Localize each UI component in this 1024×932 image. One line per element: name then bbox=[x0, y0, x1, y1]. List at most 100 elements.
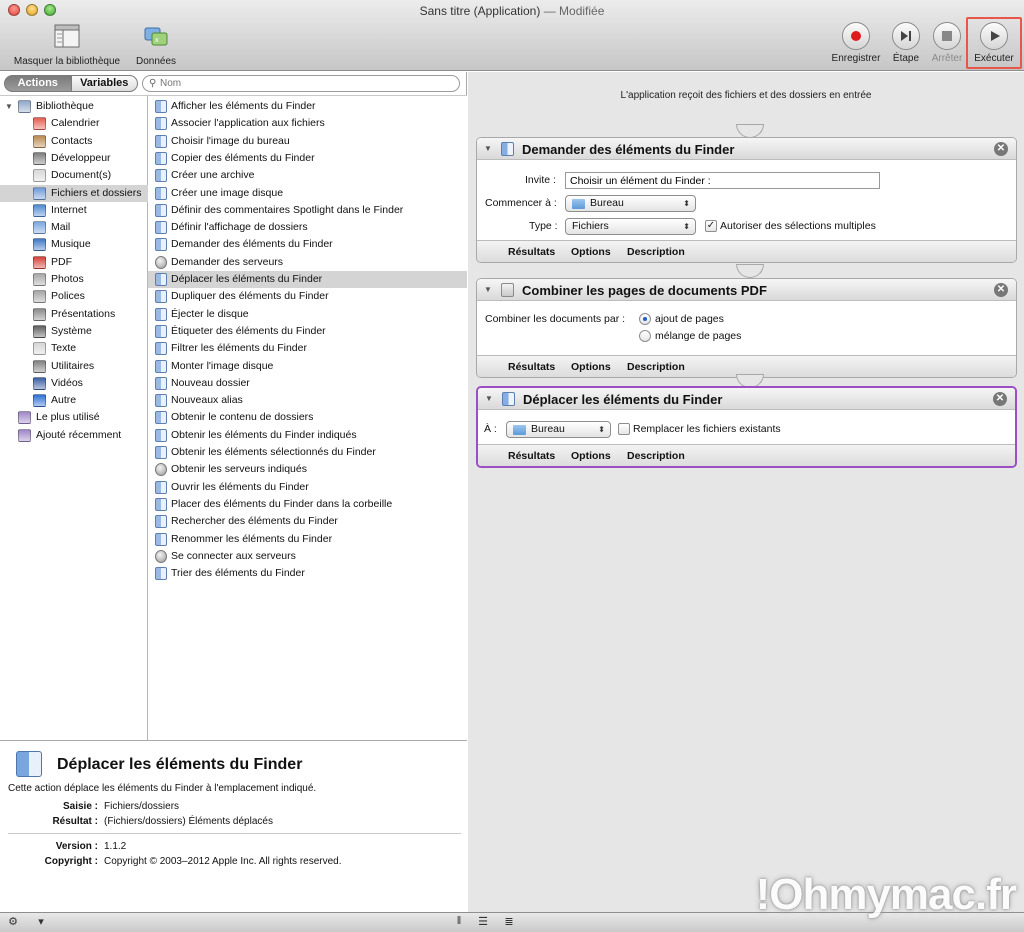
list-view-icon[interactable]: ☰ bbox=[474, 915, 492, 930]
disclosure-triangle-icon[interactable]: ▼ bbox=[5, 98, 13, 115]
close-icon[interactable]: ✕ bbox=[993, 392, 1007, 406]
split-handle-icon[interactable]: ‖ bbox=[450, 915, 468, 930]
list-item[interactable]: Nouveaux alias bbox=[148, 392, 467, 409]
list-item[interactable]: Étiqueter des éléments du Finder bbox=[148, 323, 467, 340]
list-item[interactable]: Choisir l'image du bureau bbox=[148, 133, 467, 150]
sidebar-item-music[interactable]: Musique bbox=[0, 236, 148, 253]
replace-existing-label: Remplacer les fichiers existants bbox=[633, 423, 781, 435]
action-label: Demander des serveurs bbox=[171, 255, 284, 268]
list-item[interactable]: Définir des commentaires Spotlight dans … bbox=[148, 202, 467, 219]
list-item[interactable]: Déplacer les éléments du Finder bbox=[148, 271, 467, 288]
sidebar-item-label: PDF bbox=[51, 255, 72, 268]
replace-existing-checkbox[interactable] bbox=[618, 423, 630, 435]
sidebar-item-utilities[interactable]: Utilitaires bbox=[0, 358, 148, 375]
action-card-ask-finder-items[interactable]: ▼ Demander des éléments du Finder ✕ Invi… bbox=[476, 137, 1017, 263]
finder-icon bbox=[155, 446, 167, 459]
list-item[interactable]: Créer une image disque bbox=[148, 185, 467, 202]
list-item[interactable]: Obtenir les éléments sélectionnés du Fin… bbox=[148, 444, 467, 461]
hide-library-button[interactable]: Masquer la bibliothèque bbox=[6, 22, 128, 67]
sidebar-item-calendar[interactable]: Calendrier bbox=[0, 115, 148, 132]
description-divider bbox=[8, 833, 461, 834]
sidebar-item-system[interactable]: Système bbox=[0, 323, 148, 340]
prompt-label: Invite : bbox=[525, 174, 556, 186]
options-tab[interactable]: Options bbox=[571, 246, 611, 258]
list-item[interactable]: Demander des éléments du Finder bbox=[148, 236, 467, 253]
action-label: Copier des éléments du Finder bbox=[171, 151, 315, 164]
list-item[interactable]: Définir l'affichage de dossiers bbox=[148, 219, 467, 236]
disclosure-triangle-icon[interactable]: ▼ bbox=[484, 285, 492, 294]
append-pages-radio[interactable] bbox=[639, 313, 651, 325]
list-item[interactable]: Filtrer les éléments du Finder bbox=[148, 340, 467, 357]
shuffle-pages-radio[interactable] bbox=[639, 330, 651, 342]
list-item[interactable]: Trier des éléments du Finder bbox=[148, 565, 467, 582]
sidebar-item-finder[interactable]: Fichiers et dossiers bbox=[0, 184, 148, 202]
list-item[interactable]: Associer l'application aux fichiers bbox=[148, 115, 467, 132]
list-item[interactable]: Renommer les éléments du Finder bbox=[148, 531, 467, 548]
card-footer: Résultats Options Description bbox=[478, 444, 1015, 466]
list-item[interactable]: Nouveau dossier bbox=[148, 375, 467, 392]
disclosure-triangle-icon[interactable]: ▼ bbox=[485, 394, 493, 403]
tab-variables[interactable]: Variables bbox=[71, 75, 138, 92]
step-button[interactable]: Étape bbox=[888, 22, 924, 64]
tab-actions[interactable]: Actions bbox=[4, 75, 72, 92]
sidebar-item-presentations[interactable]: Présentations bbox=[0, 306, 148, 323]
sidebar-item-mail[interactable]: Mail bbox=[0, 219, 148, 236]
list-item[interactable]: Placer des éléments du Finder dans la co… bbox=[148, 496, 467, 513]
stop-button[interactable]: Arrêter bbox=[928, 22, 966, 64]
action-card-combine-pdf-pages[interactable]: ▼ Combiner les pages de documents PDF ✕ … bbox=[476, 278, 1017, 378]
sidebar-item-smart-folder[interactable]: Le plus utilisé bbox=[0, 409, 148, 426]
list-item[interactable]: Afficher les éléments du Finder bbox=[148, 98, 467, 115]
list-item[interactable]: Ouvrir les éléments du Finder bbox=[148, 479, 467, 496]
action-label: Filtrer les éléments du Finder bbox=[171, 342, 307, 355]
description-tab[interactable]: Description bbox=[627, 246, 685, 258]
list-item[interactable]: Copier des éléments du Finder bbox=[148, 150, 467, 167]
record-button[interactable]: Enregistrer bbox=[826, 22, 886, 64]
results-tab[interactable]: Résultats bbox=[508, 246, 555, 258]
description-tab[interactable]: Description bbox=[627, 450, 685, 462]
show-description-icon[interactable]: ▾ bbox=[32, 915, 50, 930]
sidebar-item-fonts[interactable]: Polices bbox=[0, 288, 148, 305]
site-watermark: !Ohmymac.fr bbox=[755, 870, 1017, 919]
sidebar-item-text[interactable]: Texte bbox=[0, 340, 148, 357]
prompt-field[interactable] bbox=[565, 172, 880, 189]
list-item[interactable]: Obtenir les serveurs indiqués bbox=[148, 461, 467, 478]
multiple-selection-checkbox[interactable]: ✓ bbox=[705, 220, 717, 232]
disclosure-triangle-icon[interactable]: ▼ bbox=[484, 144, 492, 153]
data-button[interactable]: x Données bbox=[132, 22, 180, 67]
sidebar-item-library[interactable]: ▼ Bibliothèque bbox=[0, 98, 148, 115]
type-popup[interactable]: Fichiers ⬍ bbox=[565, 218, 696, 235]
action-card-move-finder-items[interactable]: ▼ Déplacer les éléments du Finder ✕ À : … bbox=[476, 386, 1017, 468]
list-item[interactable]: Se connecter aux serveurs bbox=[148, 548, 467, 565]
sidebar-item-videos[interactable]: Vidéos bbox=[0, 375, 148, 392]
sidebar-item-photos[interactable]: Photos bbox=[0, 271, 148, 288]
sidebar-item-internet[interactable]: Internet bbox=[0, 202, 148, 219]
sidebar-item-pdf[interactable]: PDF bbox=[0, 254, 148, 271]
sidebar-item-developer[interactable]: Développeur bbox=[0, 150, 148, 167]
search-input[interactable] bbox=[160, 77, 440, 90]
options-tab[interactable]: Options bbox=[571, 450, 611, 462]
list-item[interactable]: Demander des serveurs bbox=[148, 254, 467, 271]
list-item[interactable]: Créer une archive bbox=[148, 167, 467, 184]
gear-icon[interactable]: ⚙ bbox=[4, 915, 22, 930]
sidebar-item-document[interactable]: Document(s) bbox=[0, 167, 148, 184]
list-item[interactable]: Monter l'image disque bbox=[148, 358, 467, 375]
list-item[interactable]: Rechercher des éléments du Finder bbox=[148, 513, 467, 530]
sidebar-item-smart-folder[interactable]: Ajouté récemment bbox=[0, 427, 148, 444]
stop-icon bbox=[933, 22, 961, 50]
destination-popup[interactable]: Bureau ⬍ bbox=[506, 421, 611, 438]
close-icon[interactable]: ✕ bbox=[994, 283, 1008, 297]
list-item[interactable]: Obtenir les éléments du Finder indiqués bbox=[148, 427, 467, 444]
list-item[interactable]: Dupliquer des éléments du Finder bbox=[148, 288, 467, 305]
close-icon[interactable]: ✕ bbox=[994, 142, 1008, 156]
sidebar-item-other[interactable]: Autre bbox=[0, 392, 148, 409]
description-tab[interactable]: Description bbox=[627, 361, 685, 373]
results-tab[interactable]: Résultats bbox=[508, 450, 555, 462]
list-item[interactable]: Éjecter le disque bbox=[148, 306, 467, 323]
finder-icon bbox=[501, 142, 514, 156]
flow-view-icon[interactable]: ≣ bbox=[500, 915, 518, 930]
start-location-popup[interactable]: Bureau ⬍ bbox=[565, 195, 696, 212]
sidebar-item-contacts[interactable]: Contacts bbox=[0, 133, 148, 150]
options-tab[interactable]: Options bbox=[571, 361, 611, 373]
list-item[interactable]: Obtenir le contenu de dossiers bbox=[148, 409, 467, 426]
results-tab[interactable]: Résultats bbox=[508, 361, 555, 373]
